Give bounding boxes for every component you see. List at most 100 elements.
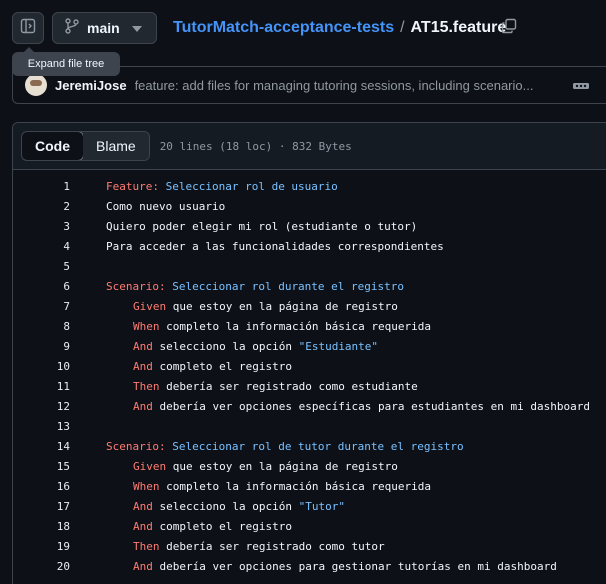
line-number[interactable]: 10 xyxy=(13,360,70,373)
line-content: Para acceder a las funcionalidades corre… xyxy=(70,240,444,253)
line-number[interactable]: 6 xyxy=(13,280,70,293)
tab-blame[interactable]: Blame xyxy=(83,132,149,160)
gherkin-keyword: Then xyxy=(133,379,160,393)
step-text: completo el registro xyxy=(152,359,292,373)
keyword-colon: : xyxy=(158,279,166,293)
gherkin-keyword: And xyxy=(133,339,153,353)
code-line: 7 Given que estoy en la página de registr… xyxy=(13,296,606,316)
line-content: And debería ver opciones para gestionar … xyxy=(70,560,557,573)
line-number[interactable]: 13 xyxy=(13,420,70,433)
line-number[interactable]: 14 xyxy=(13,440,70,453)
code-line: 8 When completo la información básica req… xyxy=(13,316,606,336)
code-line: 9 And selecciono la opción "Estudiante" xyxy=(13,336,606,356)
tooltip: Expand file tree xyxy=(12,47,120,76)
line-content: When completo la información básica requ… xyxy=(70,320,431,333)
line-content: Then debería ser registrado como estudia… xyxy=(70,380,418,393)
feature-title: Seleccionar rol de usuario xyxy=(158,179,338,193)
code-line: 16 When completo la información básica re… xyxy=(13,476,606,496)
expand-file-tree-button[interactable] xyxy=(12,12,44,44)
gherkin-keyword: And xyxy=(133,499,153,513)
line-number[interactable]: 4 xyxy=(13,240,70,253)
gherkin-keyword: Feature xyxy=(106,179,153,193)
code-line: 2 Como nuevo usuario xyxy=(13,196,606,216)
line-content: And debería ver opciones específicas par… xyxy=(70,400,590,413)
line-number[interactable]: 3 xyxy=(13,220,70,233)
commit-options-button[interactable] xyxy=(571,77,591,93)
line-content: And selecciono la opción "Estudiante" xyxy=(70,340,378,353)
line-number[interactable]: 17 xyxy=(13,500,70,513)
line-content: Quiero poder elegir mi rol (estudiante o… xyxy=(70,220,417,233)
code-line: 5 xyxy=(13,256,606,276)
line-number[interactable]: 9 xyxy=(13,340,70,353)
feature-title: Seleccionar rol durante el registro xyxy=(165,279,405,293)
line-number[interactable]: 2 xyxy=(13,200,70,213)
code-line: 11 Then debería ser registrado como estud… xyxy=(13,376,606,396)
feature-title: Seleccionar rol de tutor durante el regi… xyxy=(165,439,464,453)
sidebar-expand-icon xyxy=(20,18,36,39)
step-text: selecciono la opción xyxy=(152,499,299,513)
git-branch-icon xyxy=(65,17,79,39)
line-content: And completo el registro xyxy=(70,360,292,373)
kebab-horizontal-icon xyxy=(573,76,589,94)
step-text: completo la información básica requerida xyxy=(159,319,432,333)
line-number[interactable]: 8 xyxy=(13,320,70,333)
gherkin-keyword: Given xyxy=(133,459,167,473)
code-line: 15 Given que estoy en la página de regist… xyxy=(13,456,606,476)
step-text: completo la información básica requerida xyxy=(159,479,432,493)
commit-author[interactable]: JeremiJose xyxy=(55,78,127,93)
repo-link[interactable]: TutorMatch-acceptance-tests xyxy=(173,19,394,37)
string-literal: "Tutor" xyxy=(298,499,345,513)
code-line: 17 And selecciono la opción "Tutor" xyxy=(13,496,606,516)
string-literal: "Estudiante" xyxy=(298,339,379,353)
copy-path-button[interactable] xyxy=(499,18,519,38)
gherkin-keyword: And xyxy=(133,399,153,413)
code-view: 1 Feature: Seleccionar rol de usuario 2 Com… xyxy=(13,170,606,576)
line-content: Given que estoy en la página de registro xyxy=(70,460,398,473)
line-number[interactable]: 7 xyxy=(13,300,70,313)
branch-name: main xyxy=(87,20,120,36)
gherkin-keyword: Scenario xyxy=(106,279,159,293)
line-number[interactable]: 18 xyxy=(13,520,70,533)
gherkin-keyword: Scenario xyxy=(106,439,159,453)
branch-selector-button[interactable]: main xyxy=(52,12,157,44)
code-line: 13 xyxy=(13,416,606,436)
code-line: 20 And debería ver opciones para gestiona… xyxy=(13,556,606,576)
line-content: Scenario: Seleccionar rol de tutor duran… xyxy=(70,440,464,453)
code-line: 10 And completo el registro xyxy=(13,356,606,376)
step-text: que estoy en la página de registro xyxy=(166,299,398,313)
line-number[interactable]: 11 xyxy=(13,380,70,393)
code-line: 6 Scenario: Seleccionar rol durante el re… xyxy=(13,276,606,296)
file-meta: 20 lines (18 loc) · 832 Bytes xyxy=(159,139,352,153)
line-content: Scenario: Seleccionar rol durante el reg… xyxy=(70,280,404,293)
code-line: 14 Scenario: Seleccionar rol de tutor dur… xyxy=(13,436,606,456)
keyword-colon: : xyxy=(152,179,159,193)
line-number[interactable]: 1 xyxy=(13,180,70,193)
file-header: Code Blame 20 lines (18 loc) · 832 Bytes xyxy=(13,123,606,170)
chevron-down-icon xyxy=(131,19,142,37)
gherkin-keyword: Then xyxy=(133,539,160,553)
line-number[interactable]: 19 xyxy=(13,540,70,553)
line-number[interactable]: 5 xyxy=(13,260,70,273)
file-topbar: main TutorMatch-acceptance-tests / AT15.… xyxy=(0,0,606,56)
step-text: debería ser registrado como tutor xyxy=(159,539,385,553)
breadcrumb: TutorMatch-acceptance-tests / AT15.featu… xyxy=(173,19,506,37)
commit-message[interactable]: feature: add files for managing tutoring… xyxy=(135,78,563,93)
code-line: 18 And completo el registro xyxy=(13,516,606,536)
step-text: Como nuevo usuario xyxy=(106,199,226,213)
line-content: And completo el registro xyxy=(70,520,292,533)
line-content: Feature: Seleccionar rol de usuario xyxy=(70,180,338,193)
line-number[interactable]: 16 xyxy=(13,480,70,493)
step-text: Para acceder a las funcionalidades corre… xyxy=(106,239,444,253)
line-number[interactable]: 20 xyxy=(13,560,70,573)
step-text: selecciono la opción xyxy=(152,339,299,353)
copy-icon xyxy=(501,18,517,39)
step-text: Quiero poder elegir mi rol (estudiante o… xyxy=(106,219,418,233)
step-text: debería ver opciones para gestionar tuto… xyxy=(152,559,557,573)
view-toggle: Code Blame xyxy=(21,131,150,161)
line-number[interactable]: 15 xyxy=(13,460,70,473)
step-text: debería ser registrado como estudiante xyxy=(159,379,418,393)
avatar[interactable] xyxy=(25,74,47,96)
tab-code[interactable]: Code xyxy=(21,132,84,160)
line-number[interactable]: 12 xyxy=(13,400,70,413)
gherkin-keyword: Given xyxy=(133,299,167,313)
